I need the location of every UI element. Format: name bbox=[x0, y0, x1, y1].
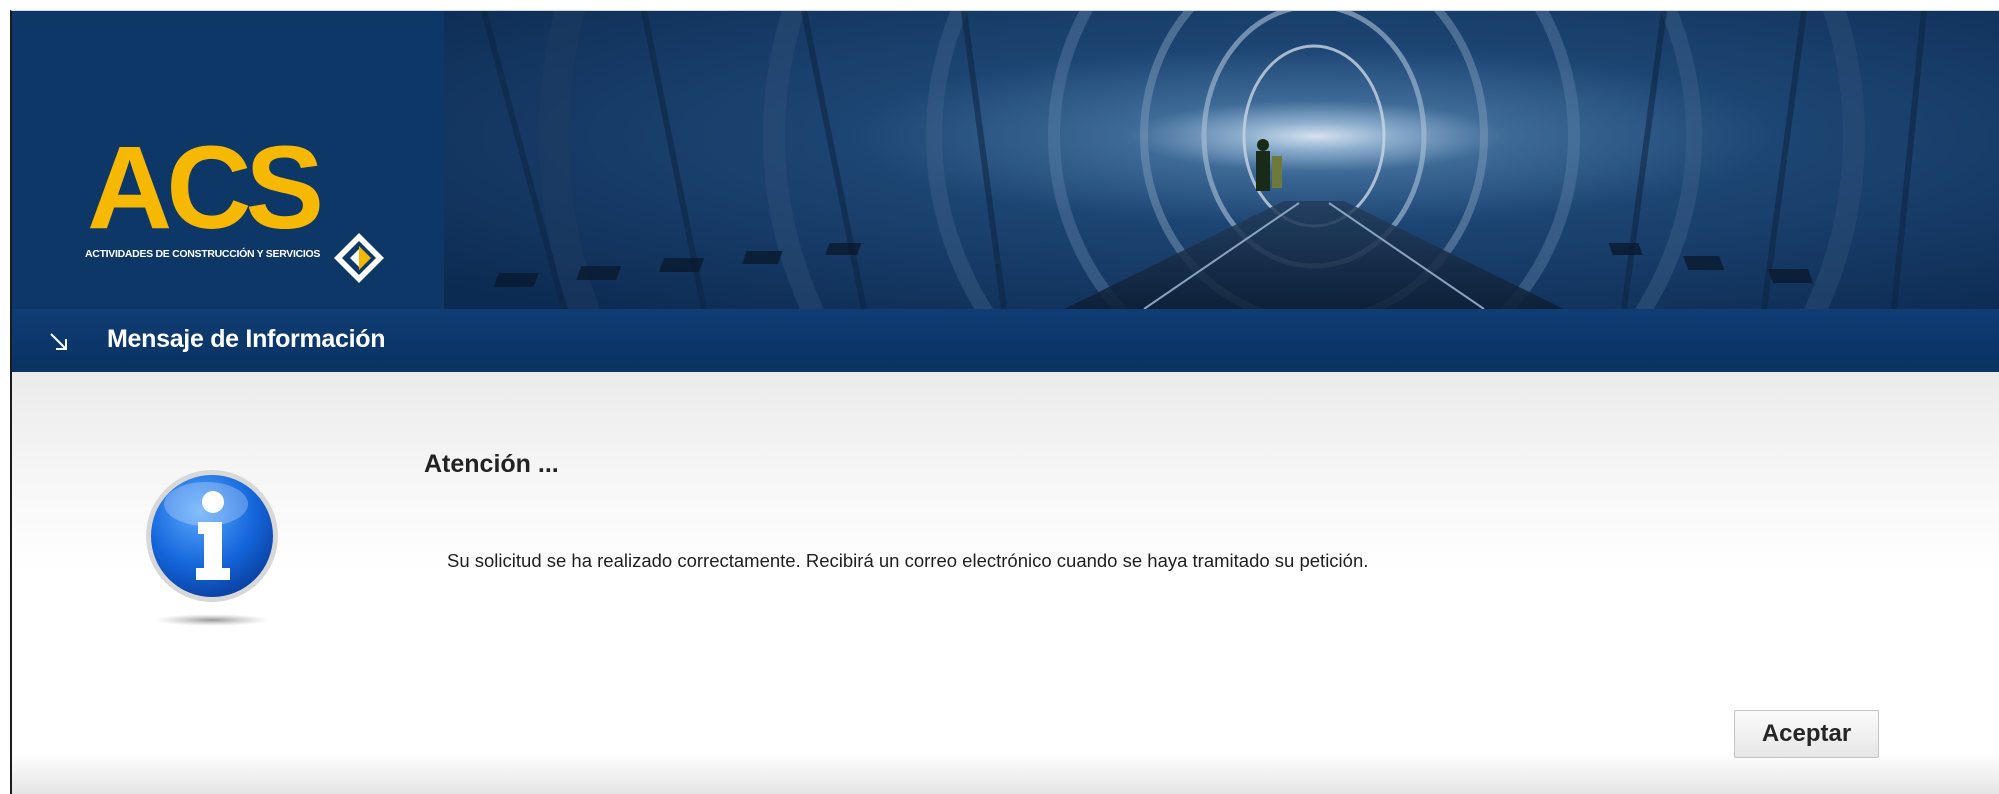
arrow-down-right-icon bbox=[50, 333, 67, 350]
info-icon bbox=[146, 470, 278, 626]
title-bar: Mensaje de Información bbox=[12, 309, 1999, 372]
tunnel-image bbox=[444, 11, 1999, 309]
page-frame: ACS ACTIVIDADES DE CONSTRUCCIÓN Y SERVIC… bbox=[10, 10, 1999, 794]
accept-button[interactable]: Aceptar bbox=[1734, 710, 1879, 758]
message-heading: Atención ... bbox=[424, 450, 559, 478]
logo: ACS ACTIVIDADES DE CONSTRUCCIÓN Y SERVIC… bbox=[12, 11, 444, 309]
logo-diamond-icon bbox=[334, 233, 384, 283]
logo-wordmark: ACS bbox=[87, 122, 324, 254]
header-banner: ACS ACTIVIDADES DE CONSTRUCCIÓN Y SERVIC… bbox=[12, 11, 1999, 309]
page-title: Mensaje de Información bbox=[107, 325, 386, 353]
message-panel: Atención ... Su solicitud se ha realizad… bbox=[12, 372, 1999, 794]
logo-tagline: ACTIVIDADES DE CONSTRUCCIÓN Y SERVICIOS bbox=[85, 248, 321, 260]
message-text: Su solicitud se ha realizado correctamen… bbox=[447, 550, 1369, 571]
